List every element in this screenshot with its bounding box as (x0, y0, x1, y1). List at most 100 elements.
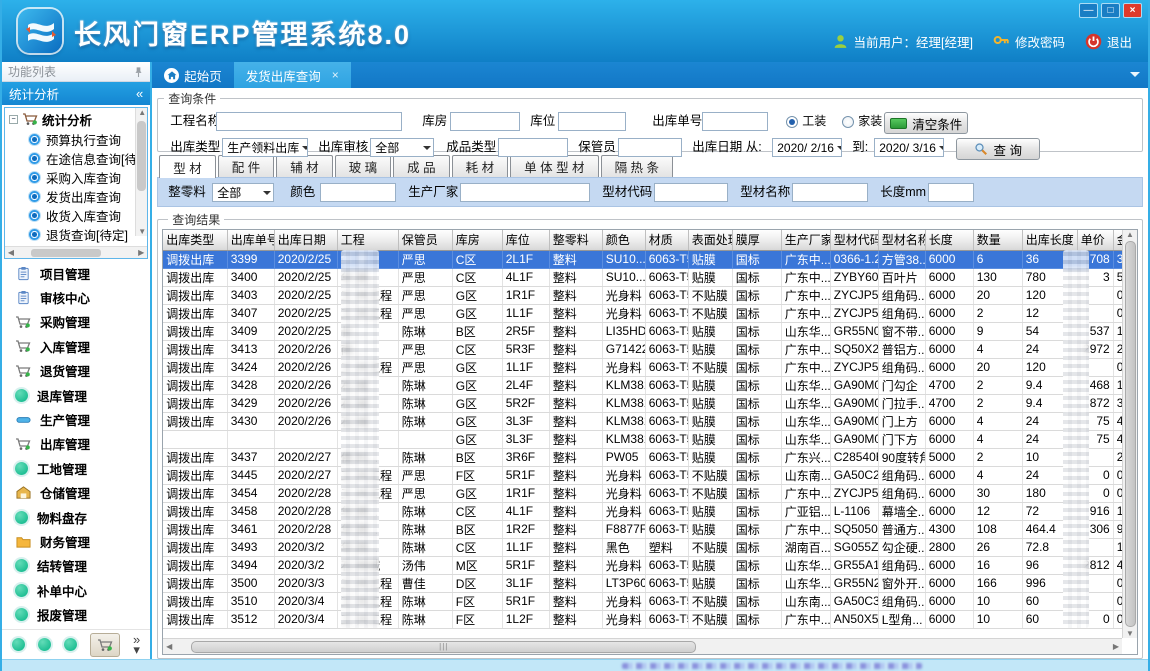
column-header[interactable]: 生产厂家 (781, 230, 830, 250)
hscroll-thumb[interactable]: ||| (191, 641, 696, 653)
table-row[interactable]: 调拨出库34072020/2/25工 共工程严思G区1L1F整料光身料6063-… (163, 304, 1130, 322)
table-vertical-scrollbar[interactable]: ▲ ▼ (1122, 230, 1137, 638)
tree-item[interactable]: 预算执行查询 (5, 130, 147, 149)
sidebar-item[interactable]: 报废管理 (2, 605, 150, 624)
minimize-button[interactable]: — (1079, 3, 1098, 18)
table-row[interactable]: 调拨出库35122020/3/4工 共工程陈琳F区1L2F整料光身料6063-T… (163, 610, 1130, 628)
change-password-button[interactable]: 修改密码 (993, 32, 1065, 51)
table-row[interactable]: 调拨出库34282020/2/26石 城陈琳G区2L4F整料KLM3817606… (163, 376, 1130, 394)
tree-hscroll-thumb[interactable] (31, 249, 101, 257)
warehouse-input[interactable] (450, 112, 520, 131)
scroll-left-icon[interactable]: ◀ (5, 248, 17, 257)
keeper-input[interactable] (618, 138, 682, 157)
material-tab[interactable]: 隔 热 条 (601, 155, 673, 177)
scroll-down-icon[interactable]: ▼ (136, 227, 148, 236)
sidebar-item[interactable]: 补单中心 (2, 581, 150, 600)
column-header[interactable]: 出库类型 (163, 230, 227, 250)
project-name-input[interactable] (216, 112, 402, 131)
column-header[interactable]: 材质 (645, 230, 688, 250)
sidebar-item[interactable]: 工地管理 (2, 459, 150, 478)
stats-section-header[interactable]: 统计分析 « (2, 82, 150, 105)
column-header[interactable]: 型材名称 (878, 230, 925, 250)
tree-expander-icon[interactable]: − (9, 115, 18, 124)
column-header[interactable]: 单价 (1077, 230, 1113, 250)
table-row[interactable]: 调拨出库34612020/2/28华 原...陈琳B区1R2F整料F8877FT… (163, 520, 1130, 538)
tree-item[interactable]: 发货出库查询 (5, 187, 147, 206)
vscroll-thumb[interactable] (1125, 241, 1136, 627)
table-row[interactable]: 调拨出库33992020/2/25华 原..严思C区2L1F整料SU10...6… (163, 250, 1130, 268)
scroll-up-icon[interactable]: ▲ (1124, 230, 1136, 239)
length-input[interactable] (928, 183, 974, 202)
radio-gongzhuang[interactable]: 工装 (786, 112, 826, 131)
manufacturer-input[interactable] (460, 183, 590, 202)
tree-item[interactable]: 收货入库查询 (5, 206, 147, 225)
sidebar-item[interactable]: 结转管理 (2, 556, 150, 575)
circle-icon[interactable] (64, 638, 77, 651)
table-row[interactable]: 调拨出库34542020/2/28工 共工程严思G区1R1F整料光身料6063-… (163, 484, 1130, 502)
search-button[interactable]: 查 询 (956, 138, 1040, 160)
sidebar-item[interactable]: 物料盘存 (2, 508, 150, 527)
table-row[interactable]: 调拨出库34092020/2/25长 ...陈琳B区2R5F整料LI35HD60… (163, 322, 1130, 340)
table-row[interactable]: 调拨出库34302020/2/26石 城陈琳G区3L3F整料KLM3817606… (163, 412, 1130, 430)
column-header[interactable]: 长度 (925, 230, 973, 250)
tree-horizontal-scrollbar[interactable]: ◀ ▶ (5, 246, 147, 258)
scroll-right-icon[interactable]: ▶ (135, 248, 147, 257)
column-header[interactable]: 库位 (502, 230, 549, 250)
sidebar-item[interactable]: 入库管理 (2, 337, 150, 356)
table-row[interactable]: 调拨出库34582020/2/28华 原...陈琳C区4L1F整料光身料6063… (163, 502, 1130, 520)
sidebar-item[interactable]: 审核中心 (2, 288, 150, 307)
sidebar-item[interactable]: 出库管理 (2, 434, 150, 453)
sidebar-item[interactable]: 财务管理 (2, 532, 150, 551)
column-header[interactable]: 膜厚 (732, 230, 781, 250)
close-button[interactable]: × (1123, 3, 1142, 18)
outbound-type-select[interactable]: 生产领料出库 (222, 138, 308, 157)
logout-button[interactable]: 退出 (1085, 32, 1132, 51)
table-row[interactable]: 调拨出库34242020/2/26工 共工程严思G区1L1F整料光身料6063-… (163, 358, 1130, 376)
clear-conditions-button[interactable]: 清空条件 (884, 112, 968, 134)
sidebar-item[interactable]: 仓储管理 (2, 483, 150, 502)
sidebar-item[interactable]: 退库管理 (2, 386, 150, 405)
column-header[interactable]: 数量 (973, 230, 1022, 250)
radio-jiazhuang[interactable]: 家装 (842, 112, 882, 131)
audit-select[interactable]: 全部 (370, 138, 434, 157)
sidebar-item[interactable]: 采购管理 (2, 312, 150, 331)
column-header[interactable]: 工程 (337, 230, 398, 250)
location-input[interactable] (558, 112, 626, 131)
profile-name-input[interactable] (792, 183, 868, 202)
scroll-left-icon[interactable]: ◀ (163, 642, 175, 651)
table-row[interactable]: 调拨出库34452020/2/27工 共工程严思F区5R1F整料光身料6063-… (163, 466, 1130, 484)
tree-vscroll-thumb[interactable] (137, 121, 146, 191)
material-tab[interactable]: 辅 材 (276, 155, 332, 177)
material-tab[interactable]: 单 体 型 材 (510, 155, 598, 177)
menu-overflow-button[interactable]: »▾ (133, 635, 140, 655)
column-header[interactable]: 出库单号 (227, 230, 274, 250)
column-header[interactable]: 表面处理 (688, 230, 732, 250)
color-input[interactable] (320, 183, 396, 202)
table-row[interactable]: 调拨出库34372020/2/27佛 料...陈琳B区3R6F整料PW05606… (163, 448, 1130, 466)
tree-item[interactable]: 采购入库查询 (5, 168, 147, 187)
column-header[interactable]: 库房 (452, 230, 502, 250)
table-row[interactable]: G区3L3F整料KLM38176063-T5贴膜国标山东华...GA90M09.… (163, 430, 1130, 448)
tab-close-icon[interactable]: × (332, 68, 339, 82)
material-tab[interactable]: 成 品 (393, 155, 449, 177)
cart-toolbar-button[interactable] (90, 633, 120, 657)
circle-icon[interactable] (12, 638, 25, 651)
table-row[interactable]: 调拨出库34292020/2/26石 城陈琳G区5R2F整料KLM3817606… (163, 394, 1130, 412)
material-tab[interactable]: 玻 璃 (335, 155, 391, 177)
table-row[interactable]: 调拨出库34132020/2/26南 ...严思C区5R3F整料G7142260… (163, 340, 1130, 358)
tab-home[interactable]: 起始页 (152, 62, 234, 88)
tree-item[interactable]: 退货查询[待定] (5, 225, 147, 244)
tree-item[interactable]: 在途信息查询[待 (5, 149, 147, 168)
column-header[interactable]: 整零料 (549, 230, 602, 250)
outbound-no-input[interactable] (702, 112, 768, 131)
table-row[interactable]: 调拨出库34942020/3/2石 辉城汤伟M区5R1F整料光身料6063-T5… (163, 556, 1130, 574)
tab-outbound-query[interactable]: 发货出库查询 × (234, 62, 351, 88)
table-row[interactable]: 调拨出库35102020/3/4工 共工程陈琳F区5R1F整料光身料6063-T… (163, 592, 1130, 610)
pin-icon[interactable] (133, 66, 144, 78)
column-header[interactable]: 型材代码 (830, 230, 878, 250)
material-tab[interactable]: 耗 材 (452, 155, 508, 177)
profile-code-input[interactable] (654, 183, 728, 202)
date-to-select[interactable]: 2020/ 3/16 (874, 138, 944, 157)
table-row[interactable]: 调拨出库34032020/2/25工 共工程严思G区1R1F整料光身料6063-… (163, 286, 1130, 304)
date-from-select[interactable]: 2020/ 2/16 (772, 138, 842, 157)
